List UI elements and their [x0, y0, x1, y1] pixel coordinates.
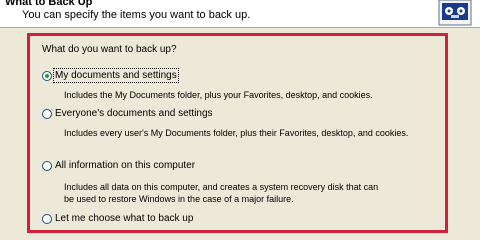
wizard-header: What to Back Up You can specify the item…	[0, 0, 480, 28]
option-description: Includes every user's My Documents folde…	[64, 128, 409, 138]
option-everyones-documents[interactable]: Everyone's documents and settings	[42, 108, 213, 119]
option-my-documents[interactable]: My documents and settings	[42, 68, 179, 83]
option-description-line1: Includes all data on this computer, and …	[64, 182, 379, 192]
backup-tape-icon	[438, 0, 472, 26]
header-title: What to Back Up	[5, 0, 93, 8]
radio-my-documents[interactable]	[42, 70, 52, 81]
option-description: Includes the My Documents folder, plus y…	[64, 90, 373, 100]
option-label: All information on this computer	[55, 160, 196, 171]
radio-everyones-documents[interactable]	[42, 108, 52, 119]
option-let-me-choose[interactable]: Let me choose what to back up	[42, 213, 193, 224]
option-label: My documents and settings	[53, 68, 179, 83]
backup-wizard-page: What to Back Up You can specify the item…	[0, 0, 480, 240]
radio-all-information[interactable]	[42, 160, 52, 171]
backup-options-frame: What do you want to back up? My document…	[27, 33, 448, 233]
option-label: Everyone's documents and settings	[55, 108, 213, 119]
option-all-information[interactable]: All information on this computer	[42, 160, 195, 171]
radio-let-me-choose[interactable]	[42, 213, 52, 224]
header-subtitle: You can specify the items you want to ba…	[22, 9, 251, 21]
option-label: Let me choose what to back up	[55, 213, 194, 224]
option-description-line2: be used to restore Windows in the case o…	[64, 194, 294, 204]
backup-question: What do you want to back up?	[42, 44, 177, 55]
